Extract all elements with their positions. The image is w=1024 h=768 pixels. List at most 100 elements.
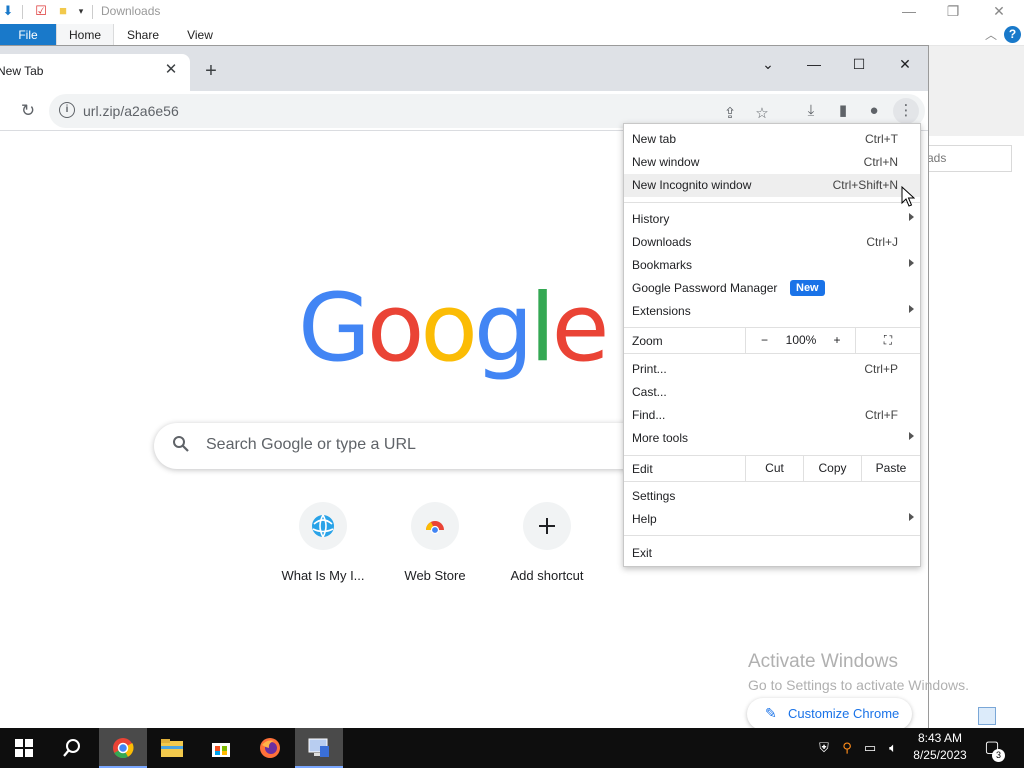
menu-item-exit[interactable]: Exit bbox=[624, 542, 920, 565]
tab-new-tab[interactable]: New Tab ✕ bbox=[0, 54, 190, 91]
tray-volume-icon[interactable]: 🔈︎ bbox=[884, 739, 902, 757]
menu-item-password-manager[interactable]: Google Password Manager New bbox=[624, 277, 920, 300]
shortcut-add[interactable]: Add shortcut bbox=[491, 502, 603, 594]
taskbar-clock-date[interactable]: 8/25/2023 bbox=[908, 748, 972, 762]
taskbar-file-explorer-icon[interactable] bbox=[148, 728, 196, 768]
plus-icon bbox=[523, 502, 571, 550]
tab-close-icon[interactable]: ✕ bbox=[161, 60, 181, 80]
zoom-level: 100% bbox=[785, 333, 817, 347]
chrome-maximize-button[interactable]: ☐ bbox=[836, 49, 882, 79]
mouse-cursor-icon bbox=[901, 186, 915, 207]
taskbar-clock-time[interactable]: 8:43 AM bbox=[908, 731, 972, 745]
explorer-close-button[interactable]: ✕ bbox=[976, 0, 1022, 24]
menu-item-label: Extensions bbox=[632, 304, 691, 318]
zoom-in-button[interactable]: + bbox=[819, 328, 855, 353]
taskbar-store-icon[interactable] bbox=[197, 728, 245, 768]
ntp-search-placeholder: Search Google or type a URL bbox=[206, 436, 416, 453]
edit-label: Edit bbox=[632, 462, 653, 476]
help-icon[interactable]: ? bbox=[1004, 26, 1021, 43]
google-logo-letter: e bbox=[551, 274, 610, 383]
menu-item-print[interactable]: Print... Ctrl+P bbox=[624, 358, 920, 381]
new-folder-icon[interactable]: ■ bbox=[55, 3, 71, 19]
explorer-window-title: Downloads bbox=[101, 4, 161, 18]
menu-item-label: Help bbox=[632, 512, 657, 526]
windows-taskbar: ⛨ ⚲ ▭ 🔈︎ 8:43 AM 8/25/2023 ▢ 3 bbox=[0, 728, 1024, 768]
menu-item-label: Downloads bbox=[632, 235, 692, 249]
copy-button[interactable]: Copy bbox=[803, 456, 861, 481]
downloads-icon[interactable]: ⤓ bbox=[798, 98, 824, 124]
menu-item-shortcut: Ctrl+N bbox=[863, 155, 898, 169]
ribbon-tab-home[interactable]: Home bbox=[56, 24, 114, 46]
ribbon-tab-share[interactable]: Share bbox=[114, 24, 172, 46]
tab-search-icon[interactable]: ⌄ bbox=[745, 49, 791, 79]
menu-item-new-incognito-window[interactable]: New Incognito window Ctrl+Shift+N bbox=[624, 174, 920, 197]
menu-item-bookmarks[interactable]: Bookmarks bbox=[624, 254, 920, 277]
side-panel-icon[interactable]: ▮ bbox=[830, 98, 856, 124]
menu-item-extensions[interactable]: Extensions bbox=[624, 300, 920, 323]
ribbon-tab-view[interactable]: View bbox=[172, 24, 228, 46]
taskbar-remote-app-icon[interactable] bbox=[295, 728, 343, 768]
taskbar-firefox-icon[interactable] bbox=[246, 728, 294, 768]
submenu-arrow-icon bbox=[909, 305, 914, 313]
shortcut-label: Web Store bbox=[404, 568, 466, 583]
profile-avatar-icon[interactable]: ● bbox=[861, 98, 887, 124]
menu-item-find[interactable]: Find... Ctrl+F bbox=[624, 404, 920, 427]
zoom-label: Zoom bbox=[632, 334, 663, 348]
menu-item-cast[interactable]: Cast... bbox=[624, 381, 920, 404]
taskbar-search-icon[interactable] bbox=[48, 728, 96, 768]
chrome-minimize-button[interactable]: — bbox=[791, 49, 837, 79]
menu-item-label: Print... bbox=[632, 362, 667, 376]
menu-item-new-tab[interactable]: New tab Ctrl+T bbox=[624, 128, 920, 151]
paste-button[interactable]: Paste bbox=[861, 456, 920, 481]
chrome-close-button[interactable]: ✕ bbox=[882, 49, 928, 79]
submenu-arrow-icon bbox=[909, 259, 914, 267]
windows-start-icon[interactable] bbox=[0, 728, 48, 768]
menu-item-help[interactable]: Help bbox=[624, 508, 920, 531]
large-icons-view-icon[interactable] bbox=[1000, 707, 1018, 725]
menu-item-label: Google Password Manager bbox=[632, 281, 778, 295]
site-info-icon[interactable]: i bbox=[59, 102, 75, 118]
shortcut-web-store[interactable]: Web Store bbox=[379, 502, 491, 594]
submenu-arrow-icon bbox=[909, 432, 914, 440]
tray-security-icon[interactable]: ⛨ bbox=[815, 739, 833, 757]
explorer-view-buttons bbox=[978, 707, 1020, 725]
menu-separator bbox=[624, 353, 920, 354]
chrome-menu-kebab-icon[interactable]: ⋮ bbox=[893, 98, 919, 124]
quick-access-dropdown-icon[interactable]: ▾ bbox=[73, 3, 89, 19]
details-view-icon[interactable] bbox=[978, 707, 996, 725]
menu-item-settings[interactable]: Settings bbox=[624, 485, 920, 508]
cut-button[interactable]: Cut bbox=[745, 456, 803, 481]
tray-search-app-icon[interactable]: ⚲ bbox=[838, 739, 856, 757]
menu-item-label: New window bbox=[632, 155, 700, 169]
shortcut-what-is-my-ip[interactable]: What Is My I... bbox=[267, 502, 379, 594]
fullscreen-icon[interactable]: ⛶ bbox=[855, 328, 920, 353]
customize-chrome-button[interactable]: ✎ Customize Chrome bbox=[747, 698, 912, 730]
pencil-icon: ✎ bbox=[765, 705, 777, 721]
explorer-ribbon: File Home Share View ︿ ? bbox=[0, 24, 1024, 46]
google-logo-letter: G bbox=[298, 274, 371, 383]
google-logo-letter: o bbox=[366, 274, 424, 383]
explorer-restore-button[interactable]: ❐ bbox=[930, 0, 976, 24]
shortcut-label: Add shortcut bbox=[510, 568, 584, 583]
new-badge: New bbox=[790, 280, 825, 296]
menu-item-new-window[interactable]: New window Ctrl+N bbox=[624, 151, 920, 174]
ribbon-tab-file[interactable]: File bbox=[0, 24, 56, 46]
menu-item-shortcut: Ctrl+T bbox=[865, 132, 898, 146]
taskbar-chrome-icon[interactable] bbox=[99, 728, 147, 768]
menu-item-more-tools[interactable]: More tools bbox=[624, 427, 920, 450]
ribbon-collapse-icon[interactable]: ︿ bbox=[985, 26, 997, 43]
reload-icon[interactable]: ↻ bbox=[16, 99, 40, 123]
google-logo-letter: l bbox=[529, 274, 556, 383]
menu-item-downloads[interactable]: Downloads Ctrl+J bbox=[624, 231, 920, 254]
menu-item-history[interactable]: History bbox=[624, 208, 920, 231]
submenu-arrow-icon bbox=[909, 213, 914, 221]
tray-network-icon[interactable]: ▭ bbox=[861, 739, 879, 757]
new-tab-button[interactable]: + bbox=[200, 60, 222, 82]
explorer-minimize-button[interactable]: — bbox=[886, 0, 932, 24]
properties-checkbox-icon[interactable]: ☑ bbox=[33, 3, 49, 19]
zoom-out-button[interactable]: − bbox=[745, 328, 783, 353]
shortcut-label: What Is My I... bbox=[281, 568, 365, 583]
menu-zoom-row: Zoom − 100% + ⛶ bbox=[624, 328, 920, 353]
address-bar-url[interactable]: url.zip/a2a6e56 bbox=[83, 103, 179, 119]
download-arrow-icon[interactable]: ⬇ bbox=[0, 3, 16, 19]
